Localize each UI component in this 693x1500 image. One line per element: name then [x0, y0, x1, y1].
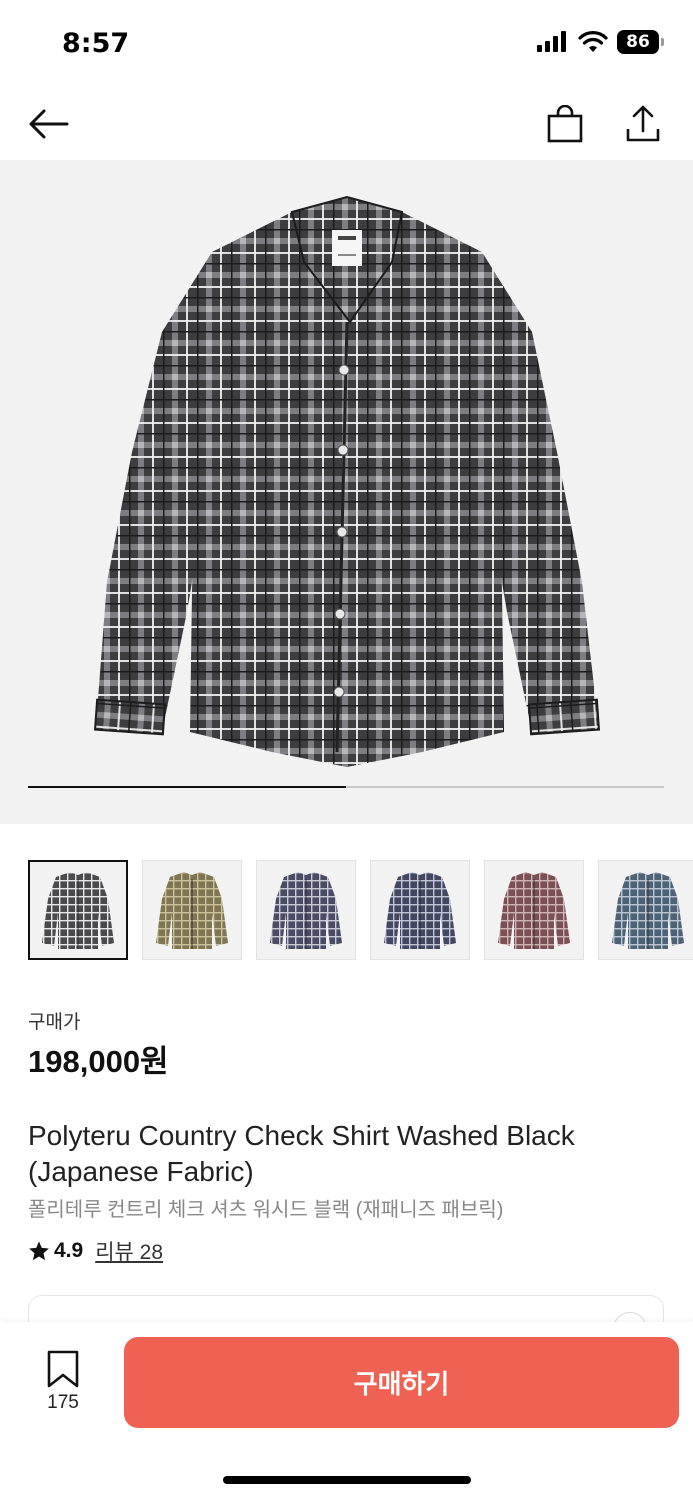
- bookmark-icon: [47, 1350, 79, 1388]
- buy-button[interactable]: 구매하기: [124, 1337, 679, 1428]
- carousel-progress-fill: [28, 786, 346, 788]
- thumbnail-strip: [28, 860, 693, 962]
- thumbnail-image: [498, 872, 570, 949]
- rating-value: 4.9: [54, 1239, 84, 1262]
- status-time: 8:57: [62, 28, 130, 59]
- price: 198,000원: [28, 1044, 169, 1079]
- thumbnail-image: [384, 872, 456, 949]
- thumbnail-image: [270, 872, 342, 949]
- status-bar: 8:57 86: [0, 0, 693, 88]
- carousel-progress-track: [28, 786, 664, 788]
- thumbnail-2[interactable]: [142, 860, 242, 960]
- thumbnail-1[interactable]: [28, 860, 128, 960]
- price-label: 구매가: [28, 1012, 81, 1033]
- product-subtitle: 폴리테루 컨트리 체크 셔츠 워시드 블랙 (재패니즈 패브릭): [28, 1199, 504, 1221]
- bookmark-button[interactable]: 175: [30, 1350, 96, 1414]
- star-icon: [29, 1241, 49, 1261]
- product-image: [93, 195, 601, 767]
- thumbnail-4[interactable]: [370, 860, 470, 960]
- share-icon[interactable]: [615, 96, 671, 152]
- status-icons: 86: [537, 30, 664, 54]
- home-indicator: [223, 1476, 471, 1484]
- signal-icon: [537, 31, 566, 52]
- rating-row: 4.9 리뷰 28: [28, 1236, 163, 1266]
- wifi-icon: [578, 31, 608, 52]
- top-nav: [0, 88, 693, 160]
- thumbnail-3[interactable]: [256, 860, 356, 960]
- product-title: Polyteru Country Check Shirt Washed Blac…: [28, 1120, 575, 1187]
- back-arrow-icon[interactable]: [20, 96, 76, 152]
- bottom-action-bar: 175 구매하기: [0, 1322, 693, 1500]
- thumbnail-image: [42, 872, 114, 949]
- product-image-carousel[interactable]: [0, 160, 693, 824]
- thumbnail-image: [612, 872, 684, 949]
- battery-icon: 86: [617, 30, 664, 54]
- review-link[interactable]: 리뷰 28: [95, 1236, 163, 1266]
- thumbnail-image: [156, 872, 228, 949]
- thumbnail-6[interactable]: [598, 860, 693, 960]
- shopping-bag-icon[interactable]: [537, 96, 593, 152]
- bookmark-count: 175: [47, 1392, 79, 1413]
- thumbnail-5[interactable]: [484, 860, 584, 960]
